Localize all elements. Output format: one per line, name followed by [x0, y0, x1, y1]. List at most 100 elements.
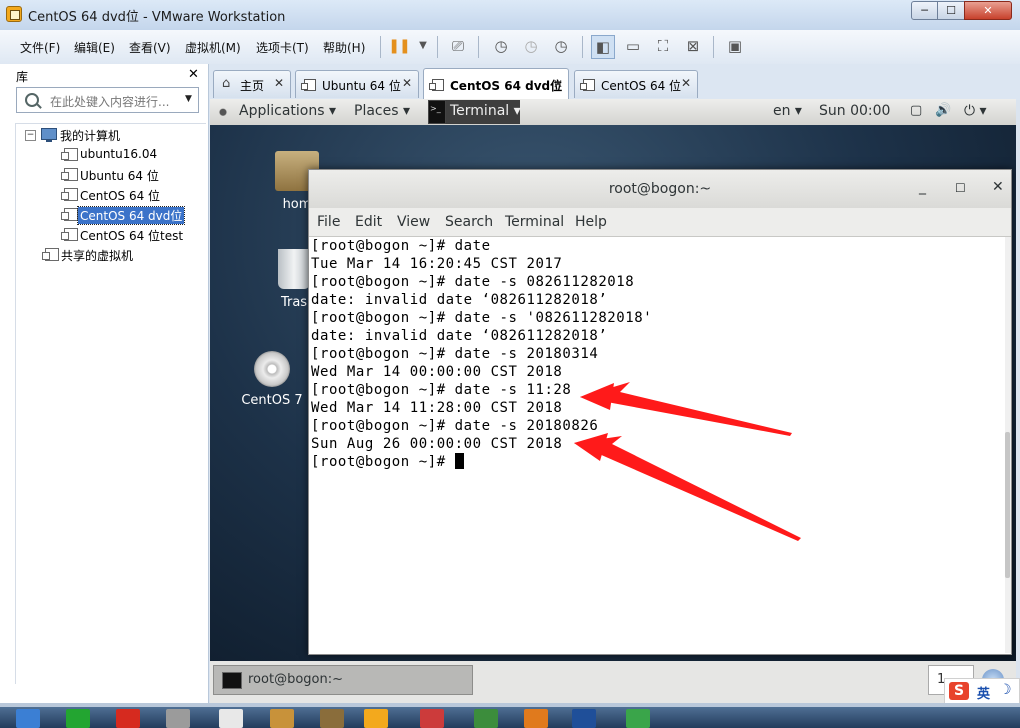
vm-icon	[429, 79, 444, 91]
system-tray[interactable]	[690, 709, 1010, 728]
tree-item-vm[interactable]: CentOS 64 位	[16, 185, 206, 205]
window-title: CentOS 64 dvd位 - VMware Workstation	[28, 10, 286, 25]
ime-language-toggle[interactable]: 英	[977, 683, 990, 702]
snapshot-manager-icon[interactable]: ◷	[549, 35, 573, 59]
terminal-menu-edit[interactable]: Edit	[355, 214, 382, 230]
tab-home[interactable]: ⌂ 主页 ✕	[213, 70, 291, 98]
library-search-input[interactable]: 在此处键入内容进行... ▼	[16, 87, 199, 113]
terminal-menu-help[interactable]: Help	[575, 214, 607, 230]
library-panel: 库 ✕ 在此处键入内容进行... ▼ − 我的计算机 ubuntu16.04 U…	[0, 64, 209, 704]
tree-item-shared-vms[interactable]: 共享的虚拟机	[16, 245, 206, 265]
terminal-menu-terminal[interactable]: Terminal	[505, 214, 564, 230]
applications-menu[interactable]: Applications ▾	[239, 103, 336, 119]
terminal-icon	[222, 672, 242, 689]
menu-file[interactable]: 文件(F)	[20, 39, 60, 56]
pause-vm-button[interactable]: ❚❚	[387, 35, 411, 59]
terminal-cursor	[454, 453, 464, 469]
tree-item-vm[interactable]: CentOS 64 位test	[16, 225, 206, 245]
vm-icon	[61, 208, 78, 221]
terminal-menu-file[interactable]: File	[317, 214, 340, 230]
gnome-top-bar: Applications ▾ Places ▾ Terminal ▾ en ▾ …	[210, 99, 1016, 126]
terminal-window[interactable]: root@bogon:~ _ ☐ ✕ File Edit View Search…	[308, 169, 1012, 655]
tab-centos-64-dvd[interactable]: CentOS 64 dvd位 ✕	[423, 68, 569, 100]
volume-icon[interactable]: 🔊	[935, 103, 951, 118]
desktop-icon-label: Tras	[280, 295, 308, 310]
taskbar-terminal-window[interactable]: root@bogon:~	[213, 665, 473, 695]
taskbar-vmware-icon[interactable]	[364, 709, 388, 728]
taskbar-app-icon[interactable]	[116, 709, 140, 728]
chevron-down-icon[interactable]: ▼	[185, 94, 192, 104]
tree-collapse-icon[interactable]: −	[25, 130, 36, 141]
snapshot-revert-icon[interactable]: ◷	[519, 35, 543, 59]
taskbar-app-icon[interactable]	[420, 709, 444, 728]
taskbar-app-icon[interactable]	[219, 709, 243, 728]
library-header: 库 ✕	[0, 64, 208, 86]
send-ctrl-alt-del-icon[interactable]: ⎚	[446, 35, 470, 59]
tab-label: CentOS 64 位	[601, 79, 682, 93]
tree-item-vm[interactable]: ubuntu16.04	[16, 145, 206, 165]
tab-close-icon[interactable]: ✕	[553, 77, 563, 91]
menu-vm[interactable]: 虚拟机(M)	[185, 39, 241, 56]
terminal-line: [root@bogon ~]# date -s 11:28	[311, 382, 572, 398]
taskbar-app-icon[interactable]	[270, 709, 294, 728]
terminal-scrollbar-thumb[interactable]	[1005, 432, 1010, 578]
terminal-minimize-button[interactable]: _	[919, 179, 926, 195]
window-titlebar: CentOS 64 dvd位 - VMware Workstation ─ ☐ …	[0, 0, 1020, 30]
terminal-line: Tue Mar 14 16:20:45 CST 2017	[311, 256, 563, 272]
tab-close-icon[interactable]: ✕	[402, 76, 412, 90]
desktop-icon-centos-disc[interactable]: CentOS 7	[236, 351, 308, 408]
taskbar-app-icon[interactable]	[572, 709, 596, 728]
tab-label: Ubuntu 64 位	[322, 79, 401, 93]
terminal-titlebar[interactable]: root@bogon:~ _ ☐ ✕	[309, 170, 1011, 208]
taskbar-app-icon[interactable]	[166, 709, 190, 728]
menu-edit[interactable]: 编辑(E)	[74, 39, 115, 56]
vm-icon	[301, 79, 316, 91]
unity-mode-icon[interactable]: ⊠	[681, 35, 705, 59]
window-maximize-button[interactable]: ☐	[937, 1, 965, 20]
input-language-menu[interactable]: en ▾	[773, 103, 802, 119]
tree-item-vm[interactable]: Ubuntu 64 位	[16, 165, 206, 185]
terminal-menu-search[interactable]: Search	[445, 214, 493, 230]
thumbnail-bar-icon[interactable]: ▭	[621, 35, 645, 59]
terminal-prompt-line[interactable]: [root@bogon ~]#	[311, 453, 464, 471]
taskbar-app-icon[interactable]	[320, 709, 344, 728]
ime-toolbar[interactable]: S 英 ☽	[944, 678, 1020, 704]
terminal-icon	[428, 100, 446, 124]
fullscreen-icon[interactable]: ⛶	[651, 35, 675, 59]
taskbar-app-icon[interactable]	[474, 709, 498, 728]
library-close-icon[interactable]: ✕	[188, 67, 199, 82]
window-minimize-button[interactable]: ─	[911, 1, 938, 20]
terminal-close-button[interactable]: ✕	[992, 179, 1004, 195]
taskbar-app-icon[interactable]	[626, 709, 650, 728]
ime-mode-icon[interactable]: ☽	[999, 682, 1012, 698]
tab-close-icon[interactable]: ✕	[681, 76, 691, 90]
tree-item-vm-selected[interactable]: CentOS 64 dvd位	[16, 205, 206, 225]
terminal-maximize-button[interactable]: ☐	[955, 181, 966, 195]
taskbar-app-icon[interactable]	[66, 709, 90, 728]
terminal-app-menu[interactable]: Terminal ▾	[450, 103, 521, 119]
places-menu[interactable]: Places ▾	[354, 103, 410, 119]
menu-view[interactable]: 查看(V)	[129, 39, 171, 56]
tab-ubuntu-64[interactable]: Ubuntu 64 位 ✕	[295, 70, 419, 98]
power-dropdown-icon[interactable]: ▼	[411, 35, 435, 59]
guest-screen[interactable]: Applications ▾ Places ▾ Terminal ▾ en ▾ …	[210, 99, 1016, 703]
taskbar-app-icon[interactable]	[16, 709, 40, 728]
sogou-ime-icon[interactable]: S	[949, 682, 969, 700]
disc-icon	[254, 351, 290, 387]
power-menu-icon[interactable]: ⏻ ▾	[964, 103, 987, 119]
clock[interactable]: Sun 00:00	[819, 103, 890, 119]
show-library-icon[interactable]: ◧	[591, 35, 615, 59]
tab-close-icon[interactable]: ✕	[274, 76, 284, 90]
tree-item-my-computer[interactable]: − 我的计算机	[16, 125, 206, 145]
window-close-button[interactable]: ✕	[964, 1, 1012, 20]
menu-help[interactable]: 帮助(H)	[323, 39, 365, 56]
terminal-menu-view[interactable]: View	[397, 214, 430, 230]
terminal-line: [root@bogon ~]# date -s '082611282018'	[311, 310, 653, 326]
vm-tabstrip: ⌂ 主页 ✕ Ubuntu 64 位 ✕ CentOS 64 dvd位 ✕ Ce…	[209, 64, 1020, 100]
console-view-icon[interactable]: ▣	[723, 35, 747, 59]
tab-centos-64[interactable]: CentOS 64 位 ✕	[574, 70, 698, 98]
taskbar-app-icon[interactable]	[524, 709, 548, 728]
snapshot-take-icon[interactable]: ◷	[489, 35, 513, 59]
terminal-output[interactable]: [root@bogon ~]# date Tue Mar 14 16:20:45…	[309, 237, 1007, 653]
menu-tabs[interactable]: 选项卡(T)	[256, 39, 309, 56]
